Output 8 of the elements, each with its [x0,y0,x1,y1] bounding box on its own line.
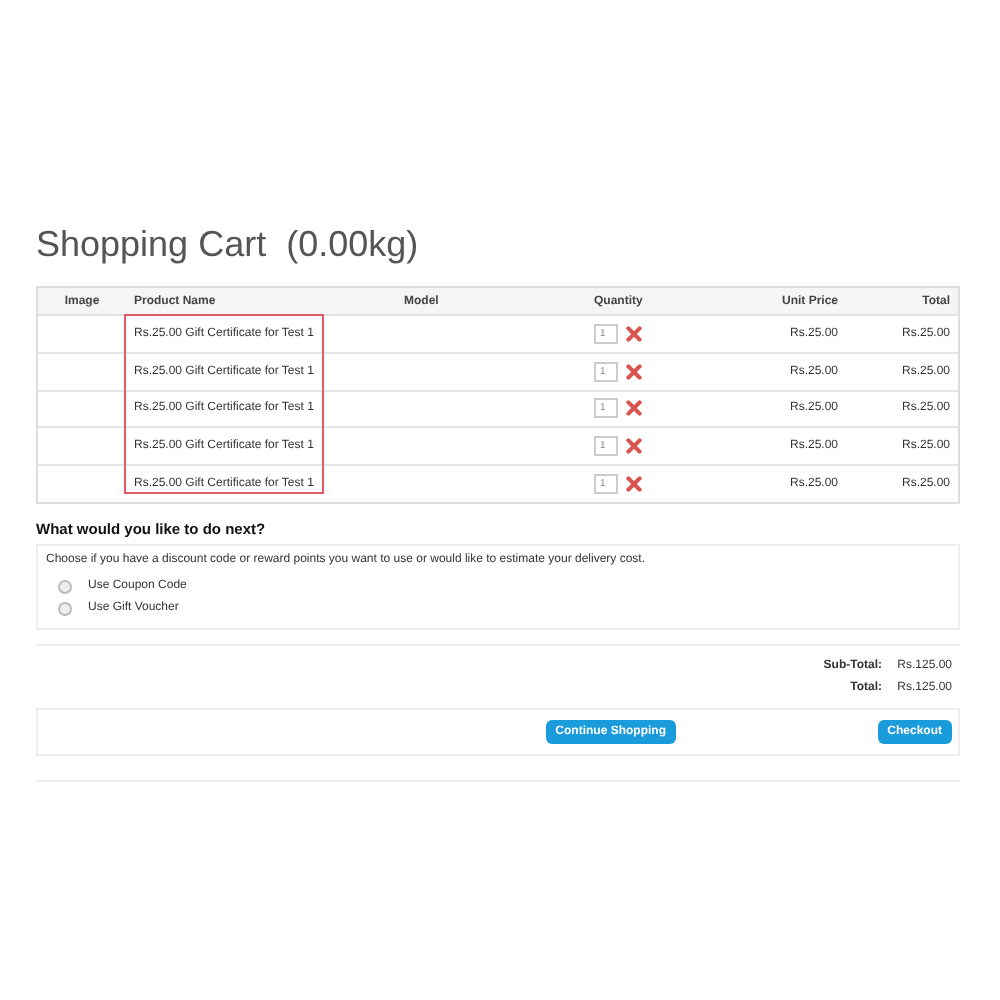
remove-icon[interactable] [626,363,642,380]
remove-icon[interactable] [626,400,642,417]
page-title: Shopping Cart (0.00kg) [36,224,421,266]
remove-icon[interactable] [626,476,642,493]
remove-icon[interactable] [626,325,642,342]
remove-icon[interactable] [626,438,642,455]
radio-button[interactable] [58,601,72,616]
radio-button[interactable] [58,579,72,594]
